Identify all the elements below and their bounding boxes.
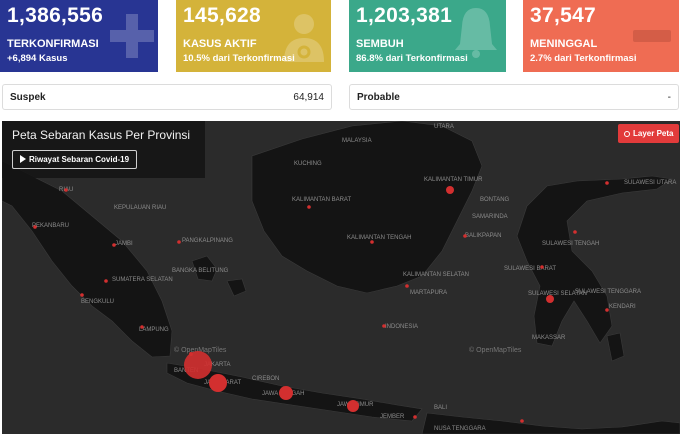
history-button[interactable]: Riwayat Sebaran Covid-19	[12, 150, 138, 169]
label-samarinda: SAMARINDA	[472, 214, 508, 220]
label-kepulauan-riau: KEPULAUAN RIAU	[114, 205, 166, 211]
label-jambi: JAMBI	[115, 241, 133, 247]
label-jember: JEMBER	[380, 414, 405, 420]
bubble-sulawesi-barat[interactable]	[540, 265, 544, 269]
confirmed-sub: +6,894 Kasus	[7, 53, 68, 64]
bubble-sulawesi-selatan[interactable]	[546, 295, 554, 303]
suspek-value: 64,914	[293, 92, 324, 103]
bubble-balikpapan[interactable]	[463, 234, 467, 238]
label-sulawesi-utara: SULAWESI UTARA	[624, 180, 676, 186]
confirmed-count: 1,386,556	[7, 4, 104, 27]
bubble-jawa-barat[interactable]	[209, 374, 227, 392]
label-pangkalpinang: PANGKALPINANG	[182, 238, 233, 244]
bubble-kalimantan-timur[interactable]	[446, 186, 454, 194]
bubble-sumatera-selatan[interactable]	[104, 279, 108, 283]
bubble-banten[interactable]	[189, 352, 193, 356]
layer-button-label: Layer Peta	[633, 129, 674, 138]
active-sub: 10.5% dari Terkonfirmasi	[183, 53, 295, 64]
deaths-count: 37,547	[530, 4, 597, 27]
label-kendari: KENDARI	[609, 304, 636, 310]
bubble-pekanbaru[interactable]	[33, 225, 37, 229]
map-title: Peta Sebaran Kasus Per Provinsi	[12, 128, 191, 142]
label-utara: UTARA	[434, 124, 454, 130]
bubble-jawa-timur[interactable]	[347, 400, 359, 412]
label-pekanbaru: PEKANBARU	[32, 223, 69, 229]
confirmed-label: TERKONFIRMASI	[7, 38, 99, 50]
label-sulawesi-barat: SULAWESI BARAT	[504, 266, 556, 272]
probable-label: Probable	[357, 92, 400, 103]
active-count: 145,628	[183, 4, 262, 27]
label-bali: BALI	[434, 405, 447, 411]
label-sulawesi-tengah: SULAWESI TENGAH	[542, 241, 599, 247]
card-deaths[interactable]: 37,547 MENINGGAL 2.7% dari Terkonfirmasi	[523, 0, 679, 72]
bubble-indonesia[interactable]	[382, 324, 386, 328]
stat-probable: Probable -	[349, 84, 679, 110]
stat-suspek: Suspek 64,914	[2, 84, 332, 110]
card-confirmed[interactable]: 1,386,556 TERKONFIRMASI +6,894 Kasus	[0, 0, 158, 72]
bell-icon	[455, 8, 497, 58]
label-bengkulu: BENGKULU	[81, 299, 114, 305]
label-sulawesi-tenggara: SULAWESI TENGGARA	[575, 289, 641, 295]
probable-value: -	[667, 92, 671, 103]
label-balikpapan: BALIKPAPAN	[465, 233, 501, 239]
bubble-bali[interactable]	[413, 415, 417, 419]
recovered-sub: 86.8% dari Terkonfirmasi	[356, 53, 468, 64]
label-kalimantan-barat: KALIMANTAN BARAT	[292, 197, 351, 203]
bubble-jambi[interactable]	[112, 243, 116, 247]
bubble-nusa-tenggara[interactable]	[520, 419, 524, 423]
province-map[interactable]: © OpenMapTiles © OpenMapTiles UTARA MALA…	[2, 121, 680, 434]
bubble-kalimantan-selatan[interactable]	[405, 284, 409, 288]
deaths-sub: 2.7% dari Terkonfirmasi	[530, 53, 637, 64]
label-kalimantan-selatan: KALIMANTAN SELATAN	[403, 272, 469, 278]
label-cirebon: CIREBON	[252, 376, 279, 382]
label-makassar: MAKASSAR	[532, 335, 566, 341]
label-nusa-tenggara: NUSA TENGGARA	[434, 426, 486, 432]
bubble-sulawesi-utara[interactable]	[605, 181, 609, 185]
label-malaysia: MALAYSIA	[342, 138, 372, 144]
bubble-lampung[interactable]	[140, 325, 144, 329]
bubble-bengkulu[interactable]	[80, 293, 84, 297]
layer-button[interactable]: Layer Peta	[618, 124, 680, 143]
label-martapura: MARTAPURA	[410, 290, 447, 296]
history-button-label: Riwayat Sebaran Covid-19	[29, 155, 130, 164]
label-kuching: KUCHING	[294, 161, 322, 167]
minus-icon	[633, 30, 671, 42]
label-kalimantan-timur: KALIMANTAN TIMUR	[424, 177, 483, 183]
bubble-riau[interactable]	[64, 188, 68, 192]
suspek-label: Suspek	[10, 92, 46, 103]
recovered-label: SEMBUH	[356, 38, 404, 50]
layer-icon	[624, 131, 630, 137]
play-icon	[20, 155, 26, 163]
card-active[interactable]: 145,628 KASUS AKTIF 10.5% dari Terkonfir…	[176, 0, 331, 72]
summary-cards: 1,386,556 TERKONFIRMASI +6,894 Kasus 145…	[0, 0, 680, 72]
label-bontang: BONTANG	[480, 197, 510, 203]
label-indonesia: INDONESIA	[385, 324, 418, 330]
bubble-sulawesi-tengah[interactable]	[573, 230, 577, 234]
recovered-count: 1,203,381	[356, 4, 453, 27]
plus-icon	[110, 14, 154, 58]
card-recovered[interactable]: 1,203,381 SEMBUH 86.8% dari Terkonfirmas…	[349, 0, 506, 72]
map-header: Peta Sebaran Kasus Per Provinsi Riwayat …	[2, 121, 205, 178]
map-credit-2: © OpenMapTiles	[469, 346, 522, 354]
bubble-jawa-tengah[interactable]	[279, 386, 293, 400]
label-sumatera-selatan: SUMATERA SELATAN	[112, 277, 173, 283]
deaths-label: MENINGGAL	[530, 38, 598, 50]
label-kalimantan-tengah: KALIMANTAN TENGAH	[347, 235, 411, 241]
bubble-kalimantan-tengah[interactable]	[370, 240, 374, 244]
bubble-kendari[interactable]	[605, 308, 609, 312]
active-label: KASUS AKTIF	[183, 38, 257, 50]
bubble-jakarta[interactable]	[184, 351, 212, 379]
label-bangka-belitung: BANGKA BELITUNG	[172, 268, 229, 274]
bubble-kalimantan-barat[interactable]	[307, 205, 311, 209]
bubble-pangkalpinang[interactable]	[177, 240, 181, 244]
